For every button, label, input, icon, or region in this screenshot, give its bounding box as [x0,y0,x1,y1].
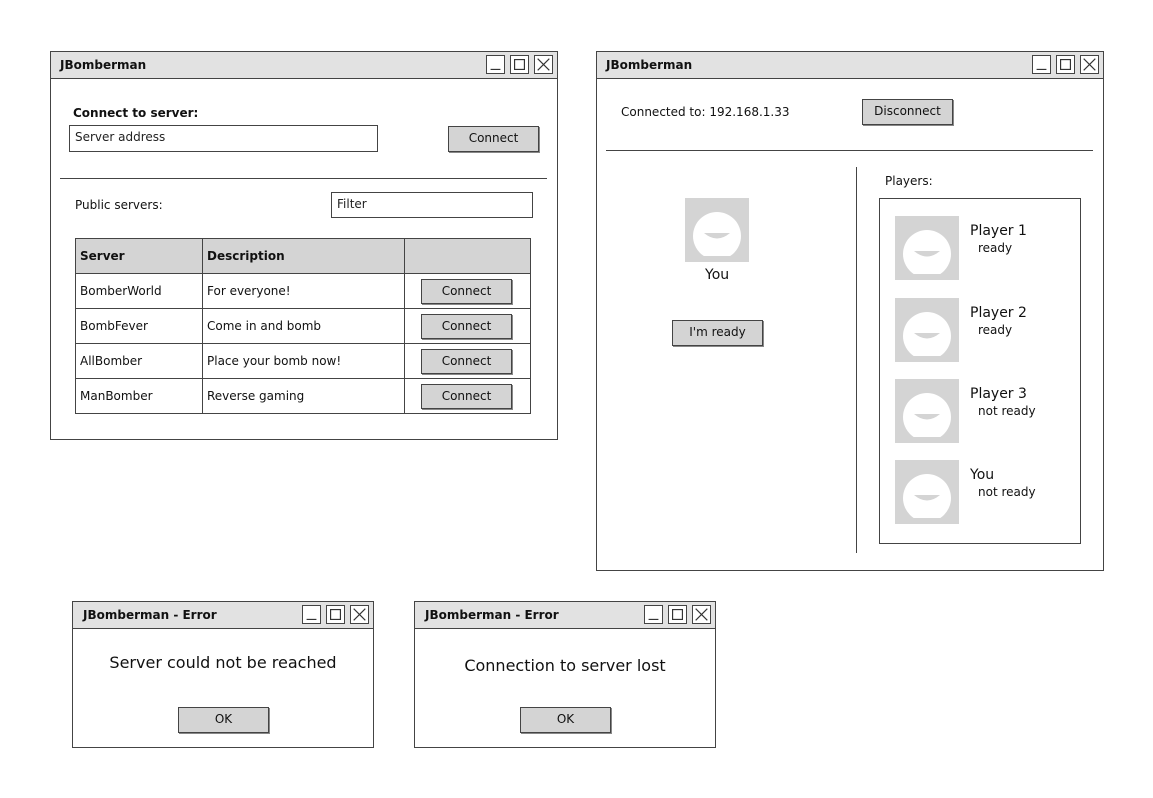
minimize-icon[interactable] [1032,55,1051,74]
player-name: Player 3 [970,386,1027,402]
filter-input[interactable]: Filter [331,192,533,218]
server-name: BombFever [75,308,203,344]
user-avatar-icon [685,198,749,262]
minimize-icon[interactable] [486,55,505,74]
players-label: Players: [885,174,933,188]
row-connect-button[interactable]: Connect [421,349,512,374]
row-connect-button[interactable]: Connect [421,384,512,409]
connect-button[interactable]: Connect [448,126,539,152]
server-description: For everyone! [202,273,405,309]
user-avatar-icon [895,216,959,280]
window-title: JBomberman [60,58,147,72]
panel-divider [856,167,857,553]
title-bar[interactable]: JBomberman [597,52,1103,79]
minimize-icon[interactable] [302,605,321,624]
table-row[interactable]: BomberWorld For everyone! Connect [75,273,531,309]
ok-button[interactable]: OK [520,707,611,733]
player-name: You [970,467,995,483]
disconnect-button[interactable]: Disconnect [862,99,953,125]
player-status: ready [978,323,1013,337]
divider [606,150,1093,151]
column-header-server: Server [75,238,203,274]
window-title: JBomberman [606,58,693,72]
row-connect-button[interactable]: Connect [421,279,512,304]
lobby-window: JBomberman Connected to: 192.168.1.33 Di… [596,51,1104,571]
ok-button[interactable]: OK [178,707,269,733]
title-bar[interactable]: JBomberman - Error [415,602,715,629]
player-name: Player 2 [970,305,1027,321]
window-title: JBomberman - Error [83,608,217,622]
server-description: Place your bomb now! [202,343,405,379]
table-header-row: Server Description [75,238,531,274]
maximize-icon[interactable] [510,55,529,74]
player-status: not ready [978,485,1036,499]
server-name: BomberWorld [75,273,203,309]
user-avatar-icon [895,298,959,362]
row-connect-button[interactable]: Connect [421,314,512,339]
title-bar[interactable]: JBomberman - Error [73,602,373,629]
maximize-icon[interactable] [326,605,345,624]
player-status: not ready [978,404,1036,418]
table-row[interactable]: ManBomber Reverse gaming Connect [75,378,531,414]
server-name: AllBomber [75,343,203,379]
server-description: Reverse gaming [202,378,405,414]
error-message: Connection to server lost [464,656,666,675]
self-name: You [705,267,730,283]
row-action-cell: Connect [404,273,531,309]
divider [60,178,547,179]
close-icon[interactable] [350,605,369,624]
connect-to-server-label: Connect to server: [73,106,199,120]
row-action-cell: Connect [404,378,531,414]
column-header-description: Description [202,238,405,274]
player-status: ready [978,241,1013,255]
row-action-cell: Connect [404,343,531,379]
minimize-icon[interactable] [644,605,663,624]
close-icon[interactable] [1080,55,1099,74]
table-row[interactable]: BombFever Come in and bomb Connect [75,308,531,344]
players-list: Player 1 ready Player 2 ready Player 3 n… [879,198,1081,544]
servers-table: Server Description BomberWorld For every… [75,238,531,414]
connect-window: JBomberman Connect to server: Server add… [50,51,558,440]
user-avatar-icon [895,379,959,443]
error-message: Server could not be reached [109,653,337,672]
row-action-cell: Connect [404,308,531,344]
player-name: Player 1 [970,223,1027,239]
title-bar[interactable]: JBomberman [51,52,557,79]
server-name: ManBomber [75,378,203,414]
ready-button[interactable]: I'm ready [672,320,763,346]
server-address-input[interactable]: Server address [69,125,378,152]
close-icon[interactable] [534,55,553,74]
table-row[interactable]: AllBomber Place your bomb now! Connect [75,343,531,379]
close-icon[interactable] [692,605,711,624]
user-avatar-icon [895,460,959,524]
server-description: Come in and bomb [202,308,405,344]
public-servers-label: Public servers: [75,198,163,212]
connected-to-label: Connected to: 192.168.1.33 [621,105,790,119]
window-title: JBomberman - Error [425,608,559,622]
maximize-icon[interactable] [668,605,687,624]
error-dialog-unreachable: JBomberman - Error Server could not be r… [72,601,374,748]
maximize-icon[interactable] [1056,55,1075,74]
error-dialog-connection-lost: JBomberman - Error Connection to server … [414,601,716,748]
column-header-action [404,238,531,274]
